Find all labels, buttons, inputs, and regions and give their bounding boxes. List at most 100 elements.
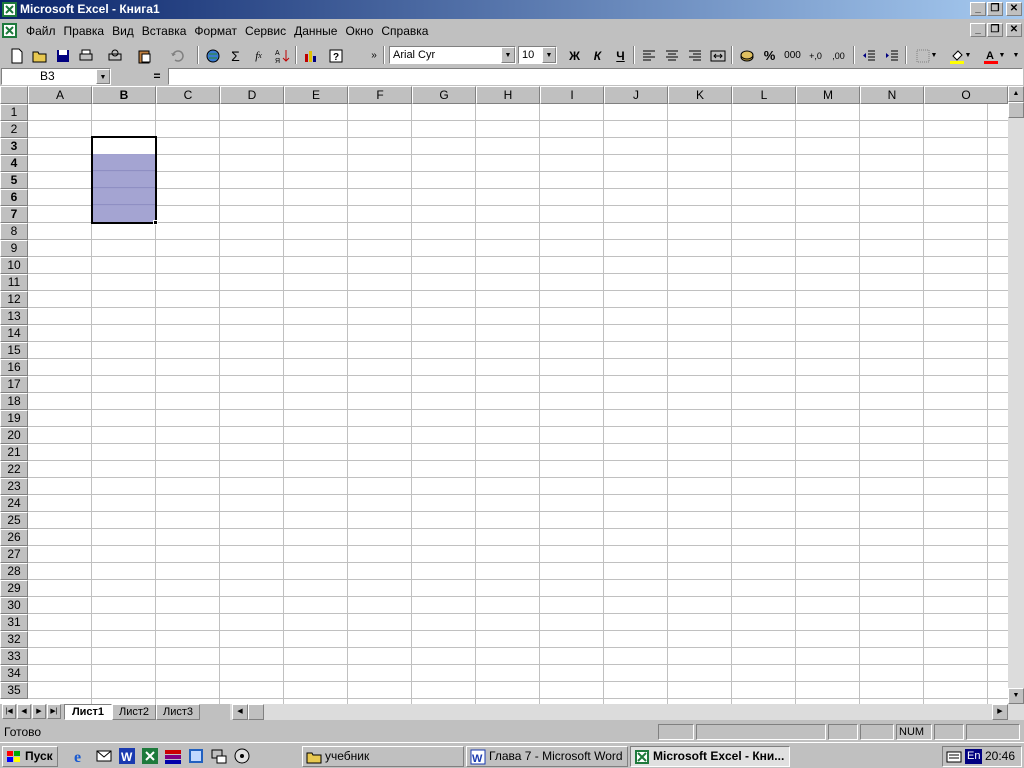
vertical-scroll-track[interactable]: [1008, 102, 1024, 688]
sheet-tab-2[interactable]: Лист2: [112, 704, 156, 720]
network-icon[interactable]: [210, 747, 228, 765]
close-button[interactable]: ✕: [1006, 2, 1022, 16]
row-header[interactable]: 13: [0, 308, 28, 325]
column-header[interactable]: A: [28, 86, 92, 104]
powerpoint-quicklaunch-icon[interactable]: [187, 747, 205, 765]
function-icon[interactable]: fx: [248, 45, 269, 66]
edit-formula-button[interactable]: =: [150, 68, 164, 85]
sort-ascending-icon[interactable]: AЯ: [271, 45, 292, 66]
formula-input[interactable]: [168, 68, 1023, 85]
percent-button[interactable]: %: [759, 45, 780, 66]
task-word[interactable]: W Глава 7 - Microsoft Word: [466, 746, 628, 767]
increase-decimal-button[interactable]: +,0: [805, 45, 826, 66]
autosum-icon[interactable]: Σ: [225, 45, 246, 66]
toolbar-more-button[interactable]: »: [368, 45, 380, 66]
first-sheet-button[interactable]: |◀: [2, 704, 16, 719]
save-icon[interactable]: [52, 45, 73, 66]
prev-sheet-button[interactable]: ◀: [17, 704, 31, 719]
row-header[interactable]: 25: [0, 512, 28, 529]
row-header[interactable]: 15: [0, 342, 28, 359]
row-header[interactable]: 21: [0, 444, 28, 461]
column-header[interactable]: B: [92, 86, 156, 104]
italic-button[interactable]: К: [587, 45, 608, 66]
web-globe-icon[interactable]: [202, 45, 223, 66]
column-header[interactable]: K: [668, 86, 732, 104]
name-box-dropdown-icon[interactable]: ▼: [96, 69, 110, 84]
increase-indent-icon[interactable]: [881, 45, 902, 66]
doc-restore-button[interactable]: ❐: [987, 23, 1003, 37]
outlook-express-icon[interactable]: [95, 747, 113, 765]
row-header[interactable]: 14: [0, 325, 28, 342]
column-header[interactable]: M: [796, 86, 860, 104]
row-header[interactable]: 4: [0, 155, 28, 172]
workbook-icon[interactable]: [2, 23, 17, 38]
row-header[interactable]: 3: [0, 138, 28, 155]
vertical-scrollbar[interactable]: ▲ ▼: [1008, 86, 1024, 704]
selected-range[interactable]: [93, 154, 155, 222]
menu-edit[interactable]: Правка: [60, 23, 109, 39]
row-header[interactable]: 34: [0, 665, 28, 682]
column-header[interactable]: C: [156, 86, 220, 104]
column-header[interactable]: E: [284, 86, 348, 104]
row-header[interactable]: 31: [0, 614, 28, 631]
task-uchebnik[interactable]: учебник: [302, 746, 464, 767]
horizontal-scrollbar[interactable]: ◀ ▶: [230, 704, 1024, 720]
row-header[interactable]: 32: [0, 631, 28, 648]
row-header[interactable]: 6: [0, 189, 28, 206]
new-document-icon[interactable]: [6, 45, 27, 66]
help-assistant-icon[interactable]: ?: [325, 45, 346, 66]
row-header[interactable]: 19: [0, 410, 28, 427]
row-header[interactable]: 17: [0, 376, 28, 393]
menu-insert[interactable]: Вставка: [138, 23, 191, 39]
fill-handle[interactable]: [153, 220, 158, 225]
print-preview-icon[interactable]: [104, 45, 125, 66]
currency-icon[interactable]: [736, 45, 757, 66]
menu-data[interactable]: Данные: [290, 23, 341, 39]
align-left-icon[interactable]: [638, 45, 659, 66]
sheet-tab-3[interactable]: Лист3: [156, 704, 200, 720]
fill-color-icon[interactable]: ▼: [944, 45, 976, 66]
thousands-separator-button[interactable]: 000: [782, 45, 803, 66]
scroll-down-button[interactable]: ▼: [1008, 688, 1024, 704]
window-title-bar[interactable]: Microsoft Excel - Книга1 _ ❐ ✕: [0, 0, 1024, 19]
media-player-icon[interactable]: [233, 747, 251, 765]
column-header[interactable]: O: [924, 86, 1008, 104]
next-sheet-button[interactable]: ▶: [32, 704, 46, 719]
row-header[interactable]: 5: [0, 172, 28, 189]
font-size-select[interactable]: 10 ▼: [518, 46, 557, 64]
row-header[interactable]: 11: [0, 274, 28, 291]
font-size-dropdown-icon[interactable]: ▼: [542, 47, 556, 63]
print-icon[interactable]: [75, 45, 96, 66]
row-header[interactable]: 35: [0, 682, 28, 699]
column-header[interactable]: D: [220, 86, 284, 104]
keyboard-layout-icon[interactable]: [946, 749, 962, 765]
column-header[interactable]: L: [732, 86, 796, 104]
sheet-tab-1[interactable]: Лист1: [64, 704, 112, 720]
menu-window[interactable]: Окно: [341, 23, 377, 39]
vertical-scroll-thumb[interactable]: [1008, 102, 1024, 118]
decrease-decimal-button[interactable]: ,00: [828, 45, 849, 66]
font-name-select[interactable]: Arial Cyr ▼: [389, 46, 516, 64]
language-indicator[interactable]: En: [965, 749, 983, 764]
row-header[interactable]: 9: [0, 240, 28, 257]
excel-quicklaunch-icon[interactable]: [141, 747, 159, 765]
column-header[interactable]: J: [604, 86, 668, 104]
select-all-corner[interactable]: [0, 86, 28, 104]
row-header[interactable]: 16: [0, 359, 28, 376]
row-header[interactable]: 28: [0, 563, 28, 580]
word-quicklaunch-icon[interactable]: W: [118, 747, 136, 765]
open-folder-icon[interactable]: [29, 45, 50, 66]
doc-minimize-button[interactable]: _: [970, 23, 986, 37]
menu-format[interactable]: Формат: [190, 23, 241, 39]
horizontal-scroll-thumb[interactable]: [248, 704, 264, 720]
chart-wizard-icon[interactable]: [300, 45, 321, 66]
access-quicklaunch-icon[interactable]: [164, 747, 182, 765]
row-header[interactable]: 18: [0, 393, 28, 410]
menu-view[interactable]: Вид: [108, 23, 138, 39]
bold-button[interactable]: Ж: [564, 45, 585, 66]
row-header[interactable]: 24: [0, 495, 28, 512]
row-header[interactable]: 23: [0, 478, 28, 495]
scroll-left-button[interactable]: ◀: [232, 704, 248, 720]
row-header[interactable]: 8: [0, 223, 28, 240]
font-name-dropdown-icon[interactable]: ▼: [501, 47, 515, 63]
